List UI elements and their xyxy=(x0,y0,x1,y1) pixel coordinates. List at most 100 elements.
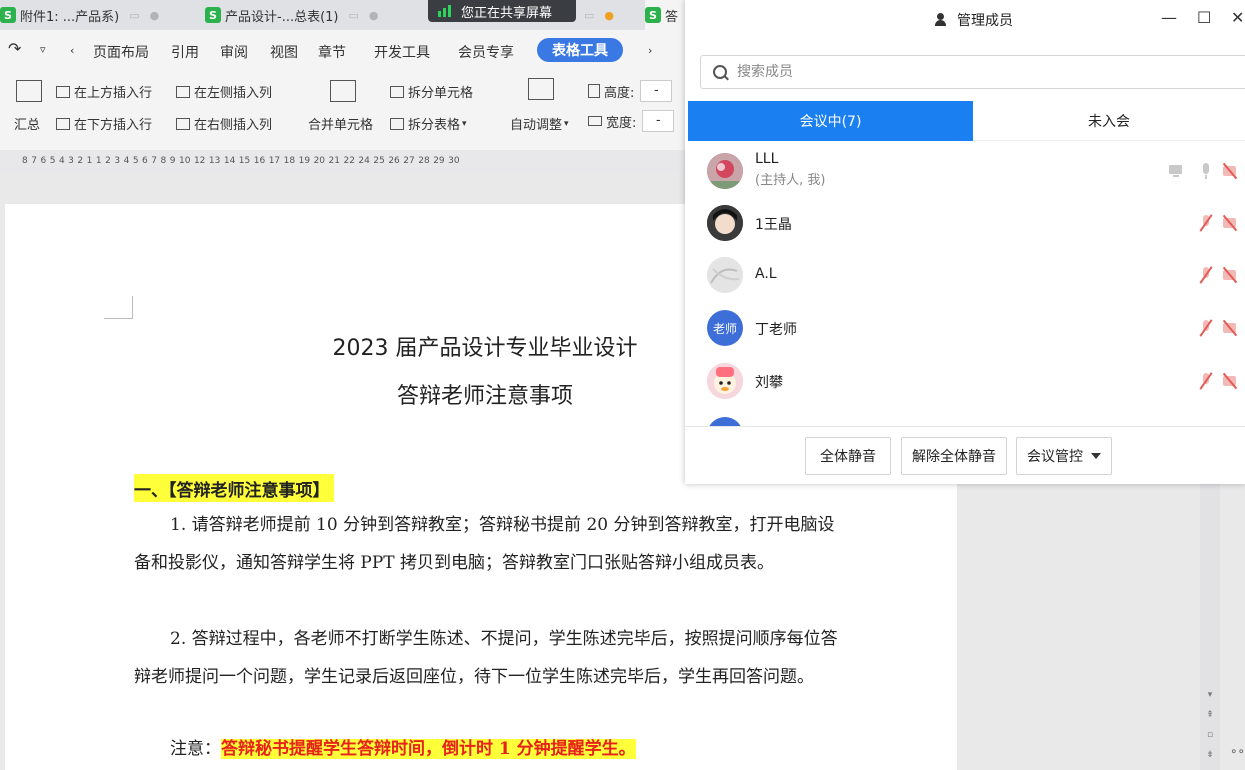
mute-all-button[interactable]: 全体静音 xyxy=(805,437,891,475)
note-line: 注意：答辩秘书提醒学生答辩时间，倒计时 1 分钟提醒学生。 xyxy=(134,732,636,766)
insert-col-left-label: 在左侧插入列 xyxy=(194,86,273,101)
sheet-app-icon: S xyxy=(205,7,221,23)
avatar-image xyxy=(707,153,743,189)
tab-not-joined[interactable]: 未入会 xyxy=(973,101,1245,141)
ruler-mark: 2 xyxy=(105,156,111,166)
ruler-mark: 16 xyxy=(253,156,266,166)
minimize-icon[interactable]: — xyxy=(1161,8,1177,27)
ruler-mark: 8 xyxy=(160,156,167,166)
merge-cells-label: 合并单元格 xyxy=(308,118,374,133)
ruler-mark: 1 xyxy=(86,156,93,166)
avatar: 老师 xyxy=(707,310,743,346)
next-page-icon[interactable]: ⇟ xyxy=(1200,750,1220,760)
avatar xyxy=(707,153,743,189)
redo-icon[interactable]: ↷ xyxy=(8,39,21,58)
member-row[interactable]: 1王晶 xyxy=(685,197,1245,249)
insert-col-left-icon xyxy=(176,85,190,98)
member-search[interactable] xyxy=(700,55,1245,89)
member-row[interactable]: 老师 丁老师 xyxy=(685,302,1245,354)
insert-col-right-button[interactable]: 在右侧插入列 xyxy=(176,114,272,133)
horizontal-ruler[interactable]: 8 7 6 5 4 3 2 1 1 2 3 4 5 6 7 8 9 10 12 13 14 15 16 17 18 19 20 21 2… xyxy=(0,150,690,172)
insert-row-above-icon xyxy=(56,85,70,98)
camera-off-icon[interactable] xyxy=(1223,163,1237,179)
ruler-mark: 24 xyxy=(358,156,370,166)
menu-review[interactable]: 审阅 xyxy=(220,42,248,62)
prev-page-icon[interactable]: ⇞ xyxy=(1200,710,1220,720)
meeting-control-button[interactable]: 会议管控 xyxy=(1016,437,1112,475)
ruler-mark: 4 xyxy=(123,156,130,166)
ruler-mark: 1 xyxy=(95,156,102,166)
menu-member[interactable]: 会员专享 xyxy=(458,42,514,62)
menu-table-tools[interactable]: 表格工具 xyxy=(537,38,623,62)
menu-scroll-right-icon[interactable]: › xyxy=(648,44,652,57)
col-width-decrement[interactable]: - xyxy=(642,110,675,132)
menu-page-layout[interactable]: 页面布局 xyxy=(93,42,149,62)
screen-share-icon[interactable] xyxy=(1169,163,1183,179)
menu-chapter[interactable]: 章节 xyxy=(318,42,346,62)
ruler-mark: 5 xyxy=(49,156,56,166)
panel-header: 管理成员 — ☐ ✕ xyxy=(685,0,1245,42)
screen-share-banner[interactable]: 您正在共享屏幕 xyxy=(428,0,576,22)
member-name: 刘攀 xyxy=(755,375,783,391)
ruler-mark: 15 xyxy=(238,156,251,166)
microphone-icon[interactable] xyxy=(1199,163,1213,179)
maximize-icon[interactable]: ☐ xyxy=(1197,8,1211,27)
insert-row-above-button[interactable]: 在上方插入行 xyxy=(56,82,152,101)
ribbon: 汇总 在上方插入行 在下方插入行 在左侧插入列 在右侧插入列 合并单元格 拆分单… xyxy=(0,70,700,150)
auto-adjust-button[interactable]: 自动调整 ▾ xyxy=(510,114,569,133)
member-name: LLL xyxy=(755,151,779,167)
insert-row-below-button[interactable]: 在下方插入行 xyxy=(56,114,152,133)
camera-off-icon[interactable] xyxy=(1223,320,1237,336)
ruler-mark: 6 xyxy=(142,156,148,166)
ruler-mark: 7 xyxy=(31,156,37,166)
tab-current-indicators: ▭ ● xyxy=(582,0,622,30)
summary-big-icon[interactable] xyxy=(16,80,46,102)
microphone-off-icon[interactable] xyxy=(1199,373,1213,389)
member-row[interactable]: A.L xyxy=(685,249,1245,301)
unmute-all-button[interactable]: 解除全体静音 xyxy=(901,437,1007,475)
ruler-mark: 14 xyxy=(223,156,236,166)
tab-product-design[interactable]: S 产品设计-...总表(1) ▭ ● xyxy=(205,0,415,30)
more-dots-icon[interactable]: ∘∘ xyxy=(1230,744,1245,758)
tab-attachment[interactable]: S 附件1: ...产品系) ▭ ● xyxy=(0,0,190,30)
menu-view[interactable]: 视图 xyxy=(270,42,298,62)
col-width-control: 宽度: - xyxy=(588,110,675,132)
split-cells-button[interactable]: 拆分单元格 xyxy=(390,82,473,101)
split-table-button[interactable]: 拆分表格 ▾ xyxy=(390,114,467,133)
ruler-mark: 22 xyxy=(343,156,355,166)
microphone-off-icon[interactable] xyxy=(1199,215,1213,231)
scroll-down-arrow-icon[interactable]: ▾ xyxy=(1200,690,1220,700)
row-height-decrement[interactable]: - xyxy=(640,80,673,102)
page-select-icon[interactable]: ▫ xyxy=(1200,730,1220,740)
ruler-mark: 7 xyxy=(151,156,158,166)
summary-button[interactable]: 汇总 xyxy=(14,114,40,133)
camera-off-icon[interactable] xyxy=(1223,267,1237,283)
vertical-scrollbar[interactable] xyxy=(1200,484,1220,770)
row-height-icon xyxy=(588,84,600,98)
auto-adjust-big-icon[interactable] xyxy=(528,78,558,100)
quick-access-dropdown-icon[interactable]: ▿ xyxy=(40,43,46,56)
menu-reference[interactable]: 引用 xyxy=(171,42,199,62)
split-table-label: 拆分表格 xyxy=(408,118,461,133)
paragraph-1: 1. 请答辩老师提前 10 分钟到答辩教室；答辩秘书提前 20 分钟到答辩教室，… xyxy=(134,515,835,573)
tab-in-meeting[interactable]: 会议中(7) xyxy=(688,101,973,141)
auto-adjust-icon xyxy=(528,78,554,100)
member-row[interactable]: LLL (主持人, 我) xyxy=(685,145,1245,197)
tab-answer[interactable]: S 答 xyxy=(645,0,685,30)
merge-cells-big-icon[interactable] xyxy=(330,80,360,102)
microphone-off-icon[interactable] xyxy=(1199,320,1213,336)
member-name: 1王晶 xyxy=(755,217,792,233)
avatar xyxy=(707,205,743,241)
insert-col-left-button[interactable]: 在左侧插入列 xyxy=(176,82,272,101)
microphone-off-icon[interactable] xyxy=(1199,267,1213,283)
close-icon[interactable]: ✕ xyxy=(1231,8,1244,27)
meeting-control-label: 会议管控 xyxy=(1027,449,1083,465)
member-search-input[interactable] xyxy=(735,63,1139,81)
tab-label: 答 xyxy=(665,9,679,25)
menu-developer[interactable]: 开发工具 xyxy=(374,42,430,62)
camera-off-icon[interactable] xyxy=(1223,215,1237,231)
member-row[interactable]: 刘攀 xyxy=(685,355,1245,407)
menu-scroll-left-icon[interactable]: ‹ xyxy=(70,44,74,57)
merge-cells-button[interactable]: 合并单元格 xyxy=(308,114,373,133)
camera-off-icon[interactable] xyxy=(1223,373,1237,389)
